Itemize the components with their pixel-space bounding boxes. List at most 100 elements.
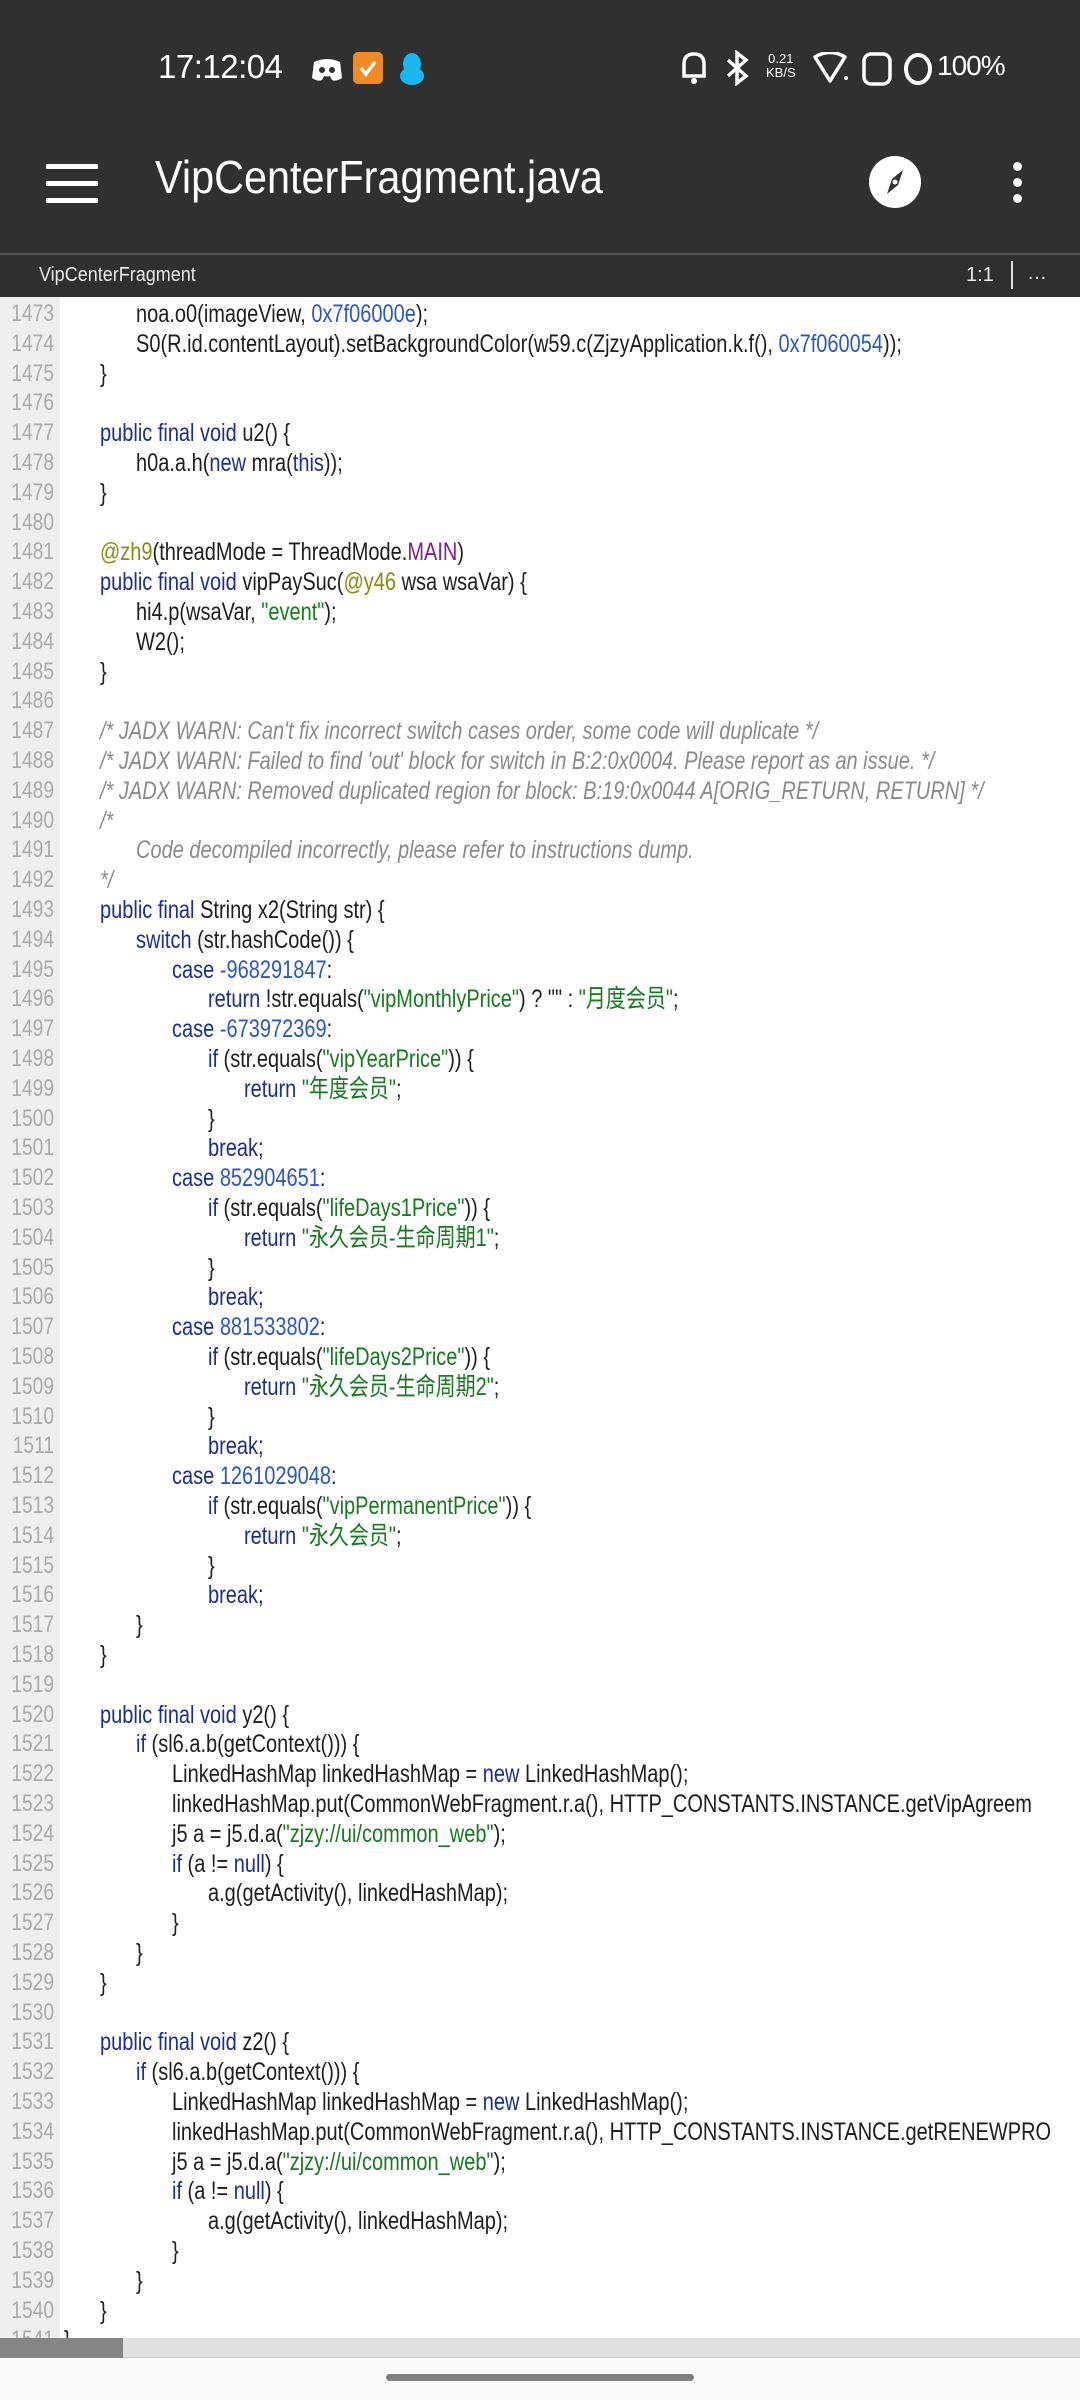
code-line: 1477 public final void u2() { (0, 418, 1080, 448)
code-token: ; (396, 1074, 402, 1103)
kebab-icon[interactable] (1006, 162, 1028, 206)
code-line: 1538} (0, 2236, 1080, 2266)
line-number: 1524 (11, 1819, 55, 1847)
code-line: 1484 W2(); (0, 627, 1080, 657)
code-token: } (208, 1551, 215, 1580)
line-number: 1486 (11, 687, 55, 715)
code-text: } (172, 2236, 179, 2266)
status-bar: 17:12:04 0.21 KB/S 100% (0, 0, 1080, 130)
keyword: break (208, 1581, 259, 1610)
code-text: } (100, 359, 107, 389)
net-speed: 0.21 KB/S (766, 52, 796, 80)
string-literal: "vipMonthlyPrice" (363, 985, 519, 1014)
code-token: ; (258, 1134, 264, 1163)
keyword: break (208, 1432, 259, 1461)
string-literal: "永久会员-生命周期2" (301, 1372, 494, 1401)
code-text: linkedHashMap.put(CommonWebFragment.r.a(… (172, 2117, 1051, 2147)
code-line: 1536 if (a != null) { (0, 2176, 1080, 2206)
code-text: } (136, 1938, 143, 1968)
class-name[interactable]: VipCenterFragment (39, 264, 196, 287)
code-text: LinkedHashMap linkedHashMap = new Linked… (172, 1759, 688, 1789)
scrollbar-thumb[interactable] (0, 2338, 123, 2358)
bell-icon (682, 52, 706, 84)
annotation: @y46 (343, 568, 397, 597)
code-token: ); (493, 2147, 506, 2176)
code-line: 1499 return "年度会员"; (0, 1074, 1080, 1104)
code-text: case -673972369: (172, 1014, 332, 1044)
code-token: mra( (246, 449, 293, 477)
comment: /* JADX WARN: Failed to find 'out' block… (100, 747, 935, 775)
line-number: 1519 (11, 1670, 55, 1698)
comment: /* JADX WARN: Can't fix incorrect switch… (100, 717, 819, 746)
keyword: return (208, 985, 261, 1014)
code-text: } (172, 1908, 179, 1938)
code-token: )) { (464, 1194, 491, 1222)
code-text: } (64, 2325, 71, 2338)
code-text: /* JADX WARN: Failed to find 'out' block… (100, 746, 934, 776)
gesture-handle[interactable] (386, 2374, 694, 2381)
keyword: if (208, 1194, 218, 1222)
string-literal: "月度会员" (578, 985, 673, 1014)
keyword: return (244, 1521, 302, 1550)
code-editor[interactable]: 1473 noa.o0(imageView, 0x7f06000e); 1474 S0… (0, 297, 1080, 2338)
line-number: 1512 (11, 1462, 55, 1490)
code-token: (sl6.a.b(getContext())) { (146, 1730, 360, 1759)
keyword: public final void (100, 2028, 243, 2057)
line-number: 1513 (11, 1492, 55, 1519)
code-text: j5 a = j5.d.a("zjzy://ui/common_web"); (172, 2147, 506, 2177)
line-number: 1518 (11, 1641, 55, 1668)
line-number: 1530 (11, 1998, 55, 2026)
line-number: 1478 (11, 449, 55, 476)
line-number: 1495 (11, 955, 55, 983)
code-text: if (a != null) { (172, 1849, 284, 1879)
code-token: } (136, 1939, 143, 1967)
code-text: return "永久会员-生命周期1"; (244, 1223, 499, 1253)
line-number: 1504 (11, 1223, 55, 1251)
discord-icon (312, 59, 342, 81)
line-number: 1477 (11, 419, 55, 447)
horizontal-scrollbar[interactable] (0, 2338, 1080, 2358)
code-token: (str.hashCode()) { (191, 925, 354, 954)
code-text: h0a.a.h(new mra(this)); (136, 448, 343, 478)
string-literal: "vipPermanentPrice" (322, 1492, 506, 1520)
code-line: 1525 if (a != null) { (0, 1849, 1080, 1879)
string-literal: "lifeDays2Price" (322, 1343, 465, 1371)
code-line: 1501 break; (0, 1133, 1080, 1163)
code-text: } (100, 1640, 107, 1670)
code-line: 1515} (0, 1551, 1080, 1581)
code-text: return !str.equals("vipMonthlyPrice") ? … (208, 984, 679, 1014)
line-number: 1526 (11, 1879, 55, 1907)
code-token: a.g(getActivity(), linkedHashMap); (208, 2207, 509, 2236)
code-text: */ (100, 865, 113, 895)
code-line: 1481 @zh9(threadMode = ThreadMode.MAIN) (0, 537, 1080, 567)
clock: 17:12:04 (158, 48, 283, 85)
code-token: } (100, 478, 107, 507)
code-token: a.g(getActivity(), linkedHashMap); (208, 1879, 509, 1908)
code-line: 1521 if (sl6.a.b(getContext())) { (0, 1729, 1080, 1759)
line-number: 1533 (11, 2088, 55, 2115)
code-text: case -968291847: (172, 955, 332, 985)
code-line: 1527} (0, 1908, 1080, 1938)
more-button[interactable]: … (1027, 262, 1047, 285)
comment: Code decompiled incorrectly, please refe… (136, 836, 694, 865)
breadcrumb-bar: VipCenterFragment 1:1 … (0, 253, 1080, 297)
code-token: LinkedHashMap linkedHashMap = (172, 2088, 483, 2116)
line-number: 1528 (11, 1939, 55, 1966)
code-text: switch (str.hashCode()) { (136, 925, 354, 955)
code-token: h0a.a.h( (136, 449, 210, 477)
code-line: 1480 (0, 508, 1080, 538)
code-token: } (100, 657, 107, 686)
line-number: 1523 (11, 1790, 55, 1817)
code-line: 1537 a.g(getActivity(), linkedHashMap); (0, 2206, 1080, 2236)
code-line: 1486 (0, 686, 1080, 716)
line-number: 1509 (11, 1372, 55, 1400)
code-token: String x2(String str) { (200, 896, 385, 924)
code-text: if (str.equals("lifeDays1Price")) { (208, 1193, 490, 1223)
line-number: 1488 (11, 747, 55, 774)
code-text: return "永久会员-生命周期2"; (244, 1372, 499, 1402)
hamburger-icon[interactable] (46, 164, 98, 204)
keyword: break (208, 1283, 259, 1312)
string-literal: "zjzy://ui/common_web" (282, 2147, 494, 2176)
compass-icon[interactable] (869, 156, 921, 208)
code-line: 1541} (0, 2325, 1080, 2338)
